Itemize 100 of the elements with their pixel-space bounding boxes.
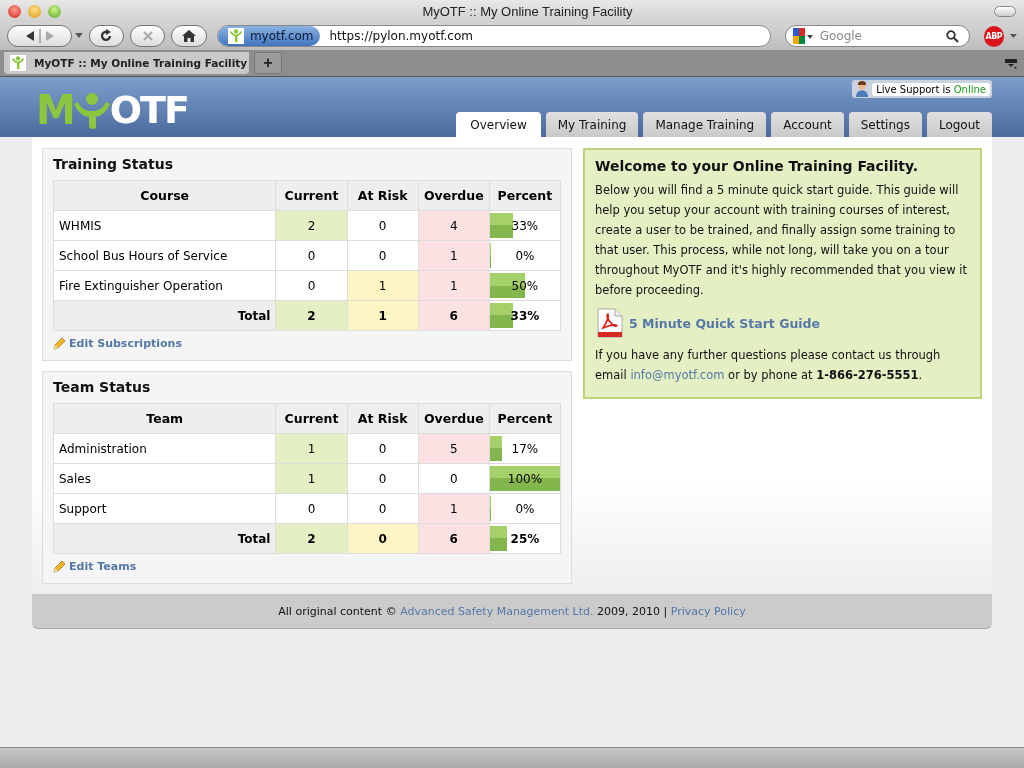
email-link[interactable]: info@myotf.com <box>630 368 725 382</box>
live-support-badge[interactable]: Live Support is Online <box>852 80 992 98</box>
table-cell: 0 <box>418 463 490 494</box>
tab-title: MyOTF :: My Online Training Facility <box>34 57 248 69</box>
search-field[interactable]: Google <box>817 28 942 44</box>
window-title: MyOTF :: My Online Training Facility <box>421 3 634 19</box>
caret-icon[interactable] <box>74 33 83 39</box>
reload-icon <box>99 29 114 43</box>
reload-button[interactable] <box>88 25 125 47</box>
column-header: Current <box>275 180 348 211</box>
search-bar[interactable]: Google <box>784 25 970 47</box>
table-cell: Administration <box>53 433 276 464</box>
pdf-icon <box>597 308 623 338</box>
logo[interactable]: M OTF <box>32 77 188 130</box>
contact-text: If you have any further questions please contact us through email info@myotf.com or by phone at 1-866-276-5551. <box>595 347 942 384</box>
table-cell: 1 <box>347 300 419 331</box>
table-cell: 1 <box>275 433 348 464</box>
table-cell: 0 <box>275 493 348 524</box>
column-header: Team <box>53 403 276 434</box>
table-cell: 4 <box>418 210 490 241</box>
column-header: At Risk <box>347 180 419 211</box>
site-logo-icon <box>10 55 26 71</box>
edit-link[interactable]: Edit Subscriptions <box>69 337 182 350</box>
nav-tab[interactable]: Manage Training <box>643 112 767 137</box>
edit-link[interactable]: Edit Teams <box>69 560 137 573</box>
browser-tab[interactable]: MyOTF :: My Online Training Facility <box>4 52 249 74</box>
nav-tab[interactable]: My Training <box>545 112 639 137</box>
table-cell: 6 <box>418 300 490 331</box>
address-field[interactable]: myotf.com https://pylon.myotf.com <box>216 25 771 47</box>
nav-tab[interactable]: Account <box>771 112 844 137</box>
caret-icon[interactable] <box>1010 33 1018 39</box>
table-cell: 0 <box>347 523 419 554</box>
guide-link[interactable]: 5 Minute Quick Start Guide <box>629 315 821 331</box>
nav-tab[interactable]: Logout <box>926 112 992 137</box>
panel-title: Training Status <box>53 156 174 172</box>
footer-text: All original content © Advanced Safety Management Ltd. 2009, 2010 | Privacy Policy <box>278 604 746 618</box>
stop-button[interactable] <box>130 25 166 47</box>
table-cell: Fire Extinguisher Operation <box>53 270 276 301</box>
column-header: Current <box>275 403 348 434</box>
percent-text: 0% <box>515 501 535 516</box>
table-cell: Support <box>53 493 276 524</box>
welcome-title: Welcome to your Online Training Facility. <box>595 158 920 174</box>
table-cell: 5 <box>418 433 490 464</box>
pencil-icon <box>53 337 66 350</box>
url-text: https://pylon.myotf.com <box>328 29 473 43</box>
table-cell: 1 <box>347 270 419 301</box>
new-tab-button[interactable]: + <box>254 52 282 74</box>
adblock-button[interactable]: ABP <box>983 25 1005 47</box>
table-cell: 6 <box>418 523 490 554</box>
person-icon <box>854 81 871 97</box>
table-cell: 1 <box>275 463 348 494</box>
search-engine-icon[interactable] <box>791 27 814 45</box>
nav-tab[interactable]: Overview <box>456 112 541 137</box>
table-cell: 2 <box>275 210 348 241</box>
table-cell: 0 <box>347 210 419 241</box>
column-header: Overdue <box>418 180 490 211</box>
percent-text: 100% <box>507 471 543 486</box>
table-cell: 0 <box>347 493 419 524</box>
table-cell: 0 <box>275 240 348 271</box>
total-label: Total <box>53 523 276 554</box>
table-cell: 0 <box>347 463 419 494</box>
column-header: Percent <box>489 403 561 434</box>
back-forward-button[interactable] <box>7 25 72 47</box>
table-cell: 1 <box>418 270 490 301</box>
table-cell: 2 <box>275 300 348 331</box>
total-label: Total <box>53 300 276 331</box>
search-icon[interactable] <box>945 29 959 43</box>
figure-icon <box>73 92 110 130</box>
panel-title: Team Status <box>53 379 152 395</box>
percent-text: 0% <box>515 248 535 263</box>
table-cell: 0 <box>347 240 419 271</box>
table-cell: School Bus Hours of Service <box>53 240 276 271</box>
percent-text: 25% <box>510 531 540 546</box>
logo-text: OTF <box>109 90 188 130</box>
toolbar-toggle-icon[interactable] <box>994 5 1016 17</box>
welcome-text: Below you will find a 5 minute quick start guide. This guide will help you setup your account with training courses of interest, create a user to be trained, and finally assign some training to that user. This process, while not long, will take you on a tour throughout MyOTF and it's highly recommended that you view it before proceeding. <box>595 182 968 299</box>
percent-text: 50% <box>511 278 539 293</box>
home-icon <box>182 30 197 42</box>
site-domain: myotf.com <box>249 29 314 43</box>
table-cell: 1 <box>418 240 490 271</box>
pencil-icon <box>53 560 66 573</box>
stop-icon <box>141 30 154 42</box>
table-cell: Sales <box>53 463 276 494</box>
column-header: Overdue <box>418 403 490 434</box>
column-header: At Risk <box>347 403 419 434</box>
table-cell: 1 <box>418 493 490 524</box>
table-cell: 0 <box>275 270 348 301</box>
close-window-icon[interactable] <box>8 4 21 18</box>
table-cell: 0 <box>347 433 419 464</box>
live-support-status: Live Support is Online <box>872 82 990 96</box>
column-header: Course <box>53 180 276 211</box>
table-cell: WHMIS <box>53 210 276 241</box>
home-button[interactable] <box>171 25 207 47</box>
column-header: Percent <box>489 180 561 211</box>
logo-letter: M <box>36 90 74 130</box>
percent-text: 17% <box>511 441 539 456</box>
tab-list-icon[interactable] <box>1004 58 1018 70</box>
site-logo-icon <box>227 28 244 44</box>
table-cell: 2 <box>275 523 348 554</box>
nav-tab[interactable]: Settings <box>848 112 922 137</box>
